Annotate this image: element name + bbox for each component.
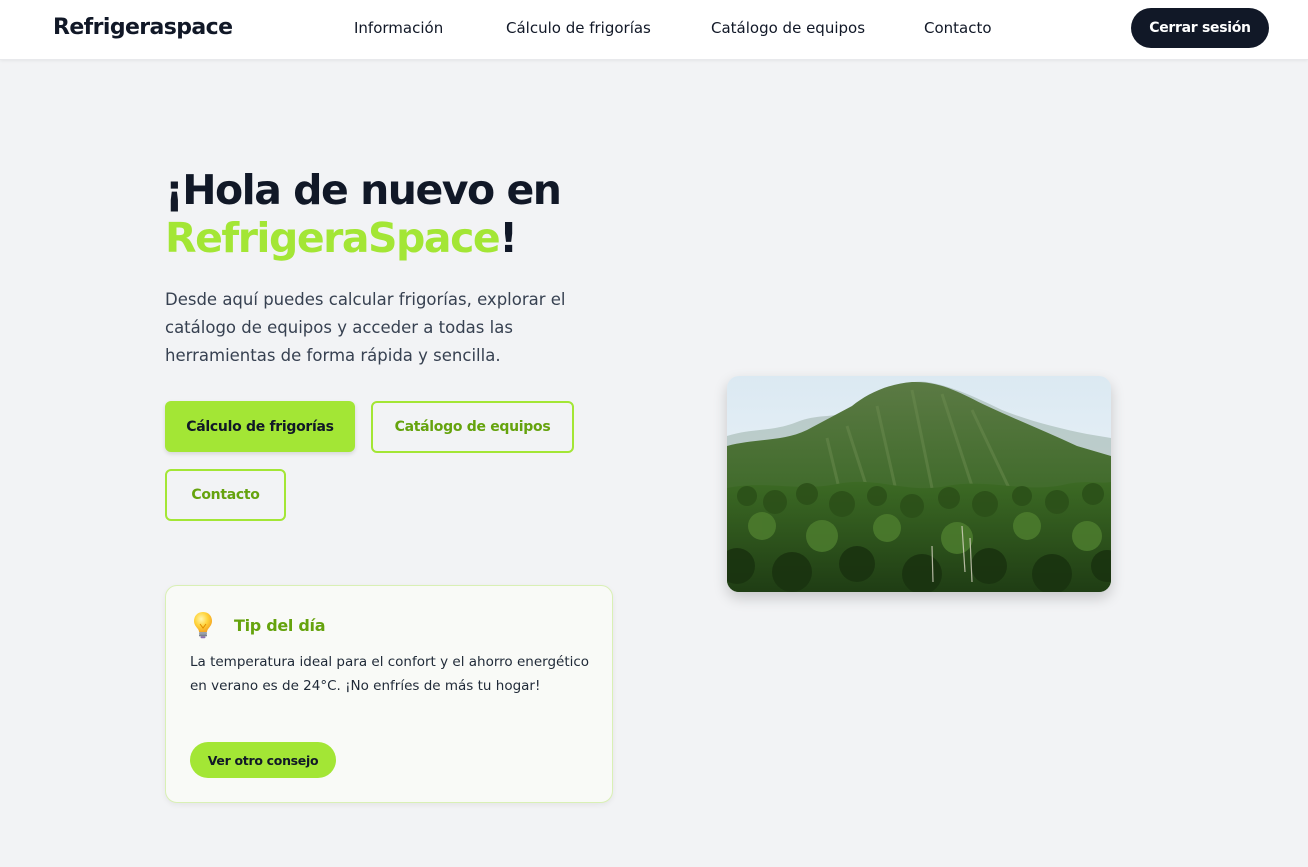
calculo-frigorias-button[interactable]: Cálculo de frigorías [165, 401, 355, 452]
tip-title: Tip del día [234, 616, 326, 635]
hero-title-greeting: ¡Hola de nuevo en [165, 166, 562, 214]
catalogo-equipos-button[interactable]: Catálogo de equipos [371, 401, 574, 453]
nav-link-contacto[interactable]: Contacto [924, 19, 992, 37]
nav-link-informacion[interactable]: Información [354, 19, 443, 37]
hero-title-brand: RefrigeraSpace [165, 214, 501, 262]
brand-logo[interactable]: Refrigeraspace [53, 15, 233, 40]
top-navbar: Refrigeraspace Información Cálculo de fr… [0, 0, 1308, 60]
tip-card: Tip del día La temperatura ideal para el… [165, 585, 613, 803]
nav-link-catalogo-equipos[interactable]: Catálogo de equipos [711, 19, 865, 37]
hero-title: ¡Hola de nuevo en RefrigeraSpace! [165, 166, 685, 262]
next-tip-button[interactable]: Ver otro consejo [190, 742, 336, 778]
nav-link-calculo-frigorias[interactable]: Cálculo de frigorías [506, 19, 651, 37]
mountain-landscape-image [727, 376, 1111, 592]
logout-button[interactable]: Cerrar sesión [1131, 8, 1269, 48]
contacto-button[interactable]: Contacto [165, 469, 286, 521]
lightbulb-icon [192, 611, 214, 639]
hero-title-exclamation: ! [499, 214, 518, 262]
tip-text: La temperatura ideal para el confort y e… [190, 654, 590, 694]
hero-description: Desde aquí puedes calcular frigorías, ex… [165, 290, 566, 365]
